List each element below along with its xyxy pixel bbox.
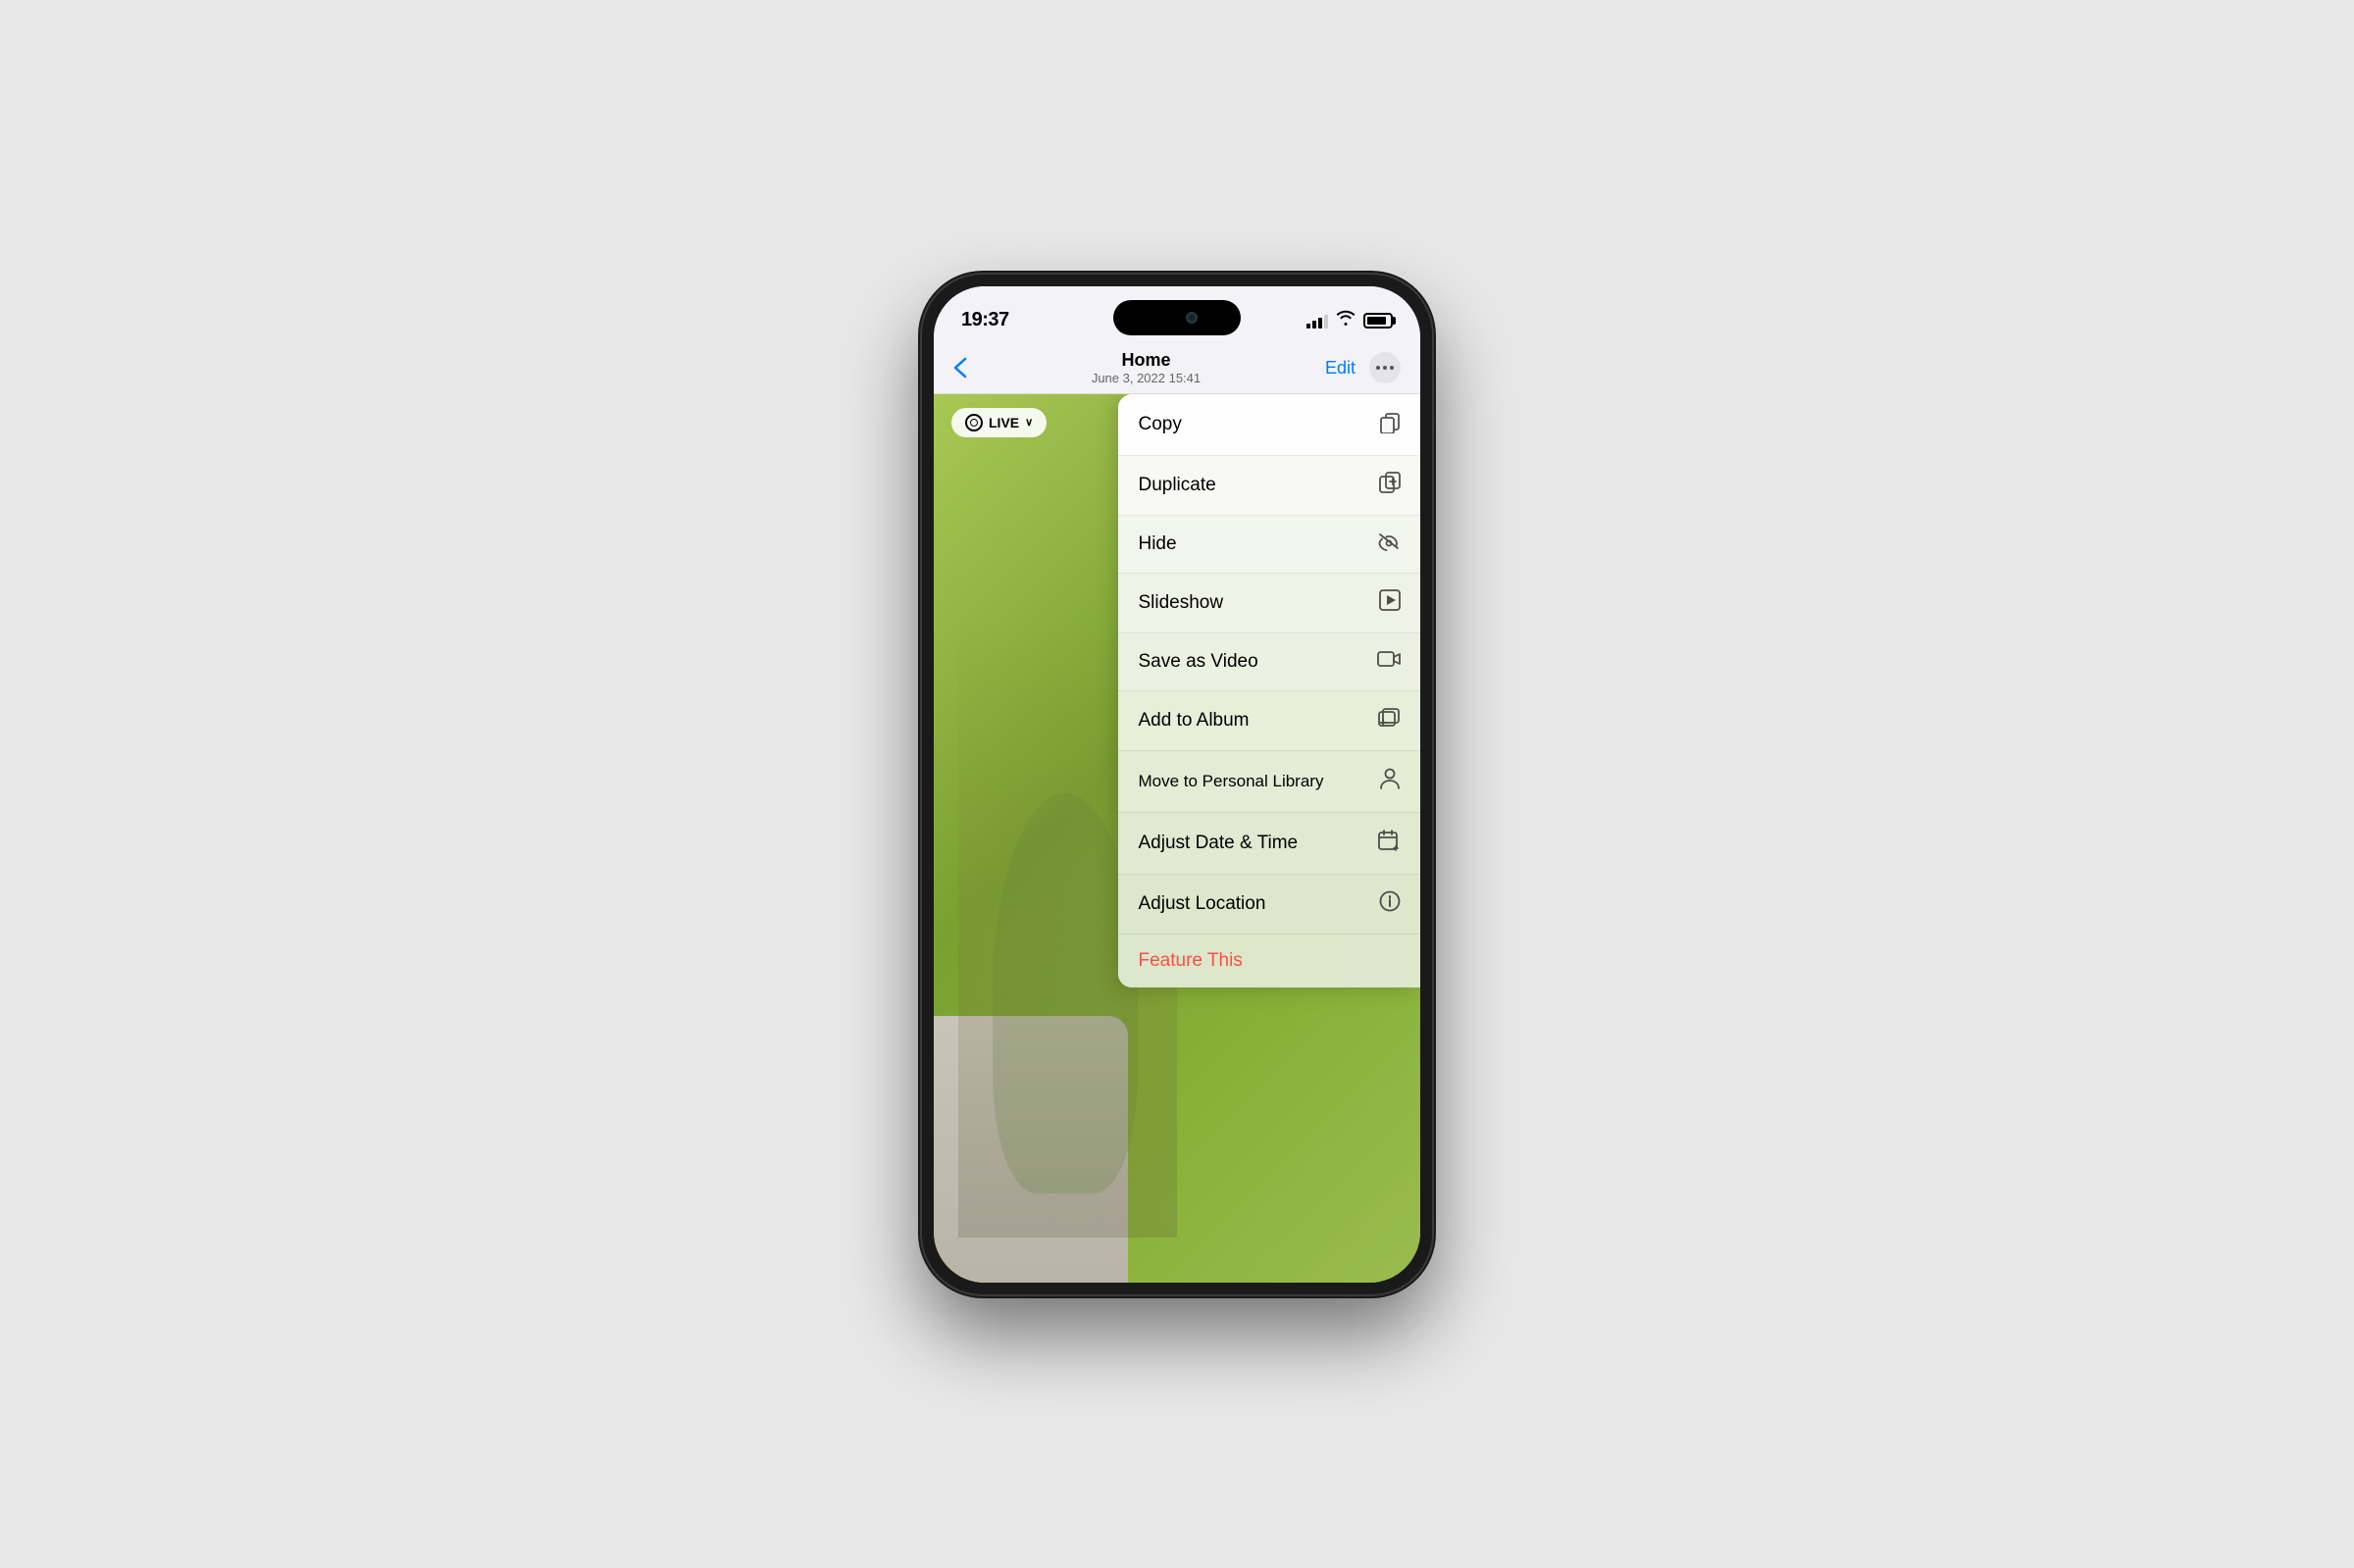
slideshow-icon — [1379, 589, 1401, 617]
signal-bar-1 — [1306, 324, 1310, 329]
adjust-location-icon — [1379, 890, 1401, 918]
save-video-icon — [1377, 649, 1401, 675]
menu-item-adjust-datetime[interactable]: Adjust Date & Time — [1118, 813, 1420, 875]
menu-label-adjust-location: Adjust Location — [1138, 893, 1265, 915]
menu-label-add-album: Add to Album — [1138, 710, 1249, 732]
menu-item-save-video[interactable]: Save as Video — [1118, 633, 1420, 691]
wifi-icon — [1336, 310, 1356, 330]
duplicate-icon — [1379, 472, 1401, 499]
live-chevron-icon: ∨ — [1025, 416, 1033, 429]
menu-label-copy: Copy — [1138, 414, 1181, 435]
menu-label-duplicate: Duplicate — [1138, 475, 1215, 496]
signal-bar-2 — [1312, 321, 1316, 329]
nav-center: Home June 3, 2022 15:41 — [1092, 350, 1201, 385]
menu-item-copy[interactable]: Copy — [1118, 394, 1420, 456]
dynamic-island — [1113, 300, 1241, 335]
live-label: LIVE — [989, 415, 1019, 430]
menu-label-feature-this: Feature This — [1138, 950, 1242, 972]
adjust-datetime-icon — [1377, 829, 1401, 858]
menu-label-adjust-datetime: Adjust Date & Time — [1138, 833, 1298, 854]
menu-label-hide: Hide — [1138, 533, 1176, 555]
live-circle-icon — [965, 414, 983, 431]
nav-bar: Home June 3, 2022 15:41 Edit — [934, 343, 1420, 394]
nav-title: Home — [1092, 350, 1201, 371]
phone-frame: 19:37 — [922, 275, 1432, 1294]
context-menu: Copy Duplicate — [1118, 394, 1420, 987]
menu-label-personal-library: Move to Personal Library — [1138, 772, 1323, 791]
edit-button[interactable]: Edit — [1325, 358, 1356, 379]
menu-item-personal-library[interactable]: Move to Personal Library — [1118, 751, 1420, 813]
status-icons — [1306, 310, 1393, 330]
menu-item-adjust-location[interactable]: Adjust Location — [1118, 875, 1420, 935]
menu-item-slideshow[interactable]: Slideshow — [1118, 574, 1420, 633]
content-area: LIVE ∨ Copy Du — [934, 394, 1420, 1283]
signal-bar-3 — [1318, 318, 1322, 329]
signal-bars-icon — [1306, 313, 1328, 329]
menu-item-add-album[interactable]: Add to Album — [1118, 691, 1420, 751]
menu-item-feature-this[interactable]: Feature This — [1118, 935, 1420, 987]
live-badge[interactable]: LIVE ∨ — [951, 408, 1047, 437]
back-button[interactable] — [953, 357, 967, 379]
hide-icon — [1377, 531, 1401, 557]
menu-label-slideshow: Slideshow — [1138, 592, 1223, 614]
nav-actions: Edit — [1325, 352, 1401, 383]
camera-dot — [1186, 312, 1198, 324]
copy-icon — [1379, 410, 1401, 439]
personal-library-icon — [1379, 767, 1401, 796]
menu-label-save-video: Save as Video — [1138, 651, 1257, 673]
more-button[interactable] — [1369, 352, 1401, 383]
status-time: 19:37 — [961, 309, 1009, 331]
nav-subtitle: June 3, 2022 15:41 — [1092, 371, 1201, 385]
add-album-icon — [1377, 707, 1401, 734]
status-bar: 19:37 — [934, 286, 1420, 343]
menu-item-hide[interactable]: Hide — [1118, 516, 1420, 574]
signal-bar-4 — [1324, 315, 1328, 329]
phone-screen: 19:37 — [934, 286, 1420, 1283]
battery-icon — [1363, 313, 1393, 329]
menu-item-duplicate[interactable]: Duplicate — [1118, 456, 1420, 516]
